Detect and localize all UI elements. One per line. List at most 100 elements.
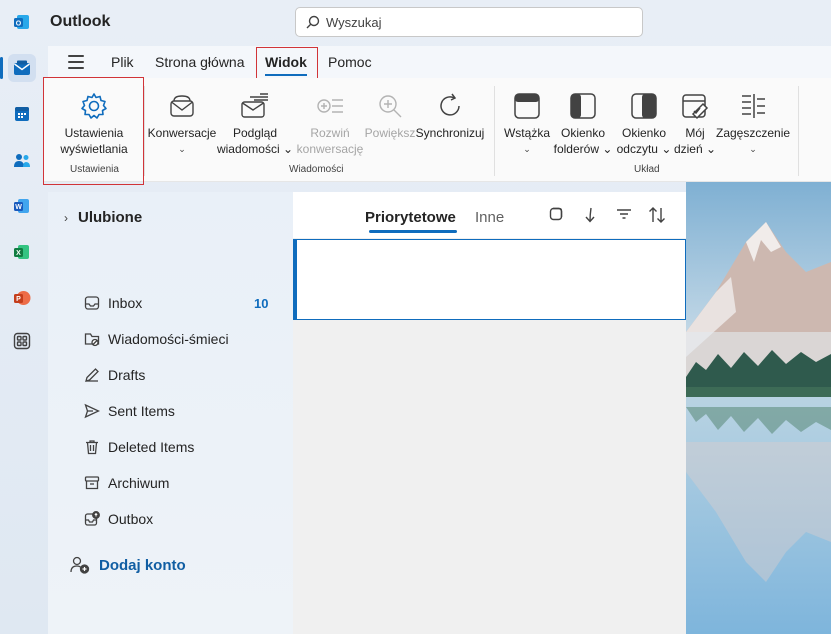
app-rail: O W X P: [0, 0, 44, 634]
add-account-button[interactable]: Dodaj konto: [70, 556, 186, 574]
zoom-label: Powiększ: [364, 126, 416, 140]
folder-pane-icon: [570, 93, 596, 119]
zoom-button[interactable]: Powiększ: [364, 90, 416, 141]
conversations-icon: [170, 95, 194, 117]
reading-preview-label-1: Podgląd: [232, 126, 278, 140]
reading-pane-button[interactable]: Okienko odczytu ⌄: [612, 90, 676, 157]
svg-text:P: P: [16, 296, 21, 303]
background-scenery-image: [686, 182, 831, 634]
ribbon-toggle-label: Wstążka: [503, 126, 550, 140]
my-day-icon: [682, 94, 709, 120]
folder-label: Drafts: [108, 367, 146, 383]
hamburger-menu-icon[interactable]: [68, 55, 84, 73]
search-box[interactable]: Wyszukaj: [295, 7, 643, 37]
ribbon-toggle-button[interactable]: Wstążka ⌄: [500, 90, 554, 157]
svg-text:W: W: [15, 204, 22, 211]
message-list: Priorytetowe Inne: [293, 192, 686, 634]
expand-conversation-icon: [317, 99, 343, 113]
chevron-down-icon: ⌄: [178, 144, 186, 154]
selected-message-item[interactable]: [293, 239, 686, 320]
message-preview-icon: [241, 93, 268, 118]
mail-icon[interactable]: [8, 54, 36, 82]
folder-archive[interactable]: Archiwum: [82, 473, 169, 493]
density-button[interactable]: Zagęszczenie ⌄: [716, 90, 790, 157]
rail-selection-indicator: [0, 57, 3, 79]
chevron-down-icon: ⌄: [749, 144, 757, 154]
folder-label: Outbox: [108, 511, 154, 527]
folder-label: Inbox: [108, 295, 143, 311]
inbox-unread-count: 10: [254, 296, 269, 311]
tab-plik[interactable]: Plik: [111, 54, 134, 70]
ribbon-icon: [514, 93, 540, 119]
display-settings-highlight-box: [43, 77, 144, 185]
density-icon: [742, 94, 765, 118]
add-account-label: Dodaj konto: [99, 556, 186, 574]
conversations-button[interactable]: Konwersacje ⌄: [146, 90, 218, 157]
folder-label: Deleted Items: [108, 439, 195, 455]
widok-highlight-box: [256, 47, 318, 80]
expand-conversation-button[interactable]: Rozwiń konwersację: [294, 90, 366, 157]
zoom-in-icon: [379, 95, 402, 118]
outbox-icon: [82, 509, 102, 529]
more-apps-icon[interactable]: [8, 327, 36, 355]
search-placeholder: Wyszukaj: [326, 14, 382, 30]
folder-label: Sent Items: [108, 403, 175, 419]
app-title: Outlook: [50, 13, 111, 30]
ribbon: Ustawienia wyświetlania Ustawienia Konwe…: [44, 78, 831, 182]
folder-inbox[interactable]: Inbox: [82, 293, 142, 313]
drafts-icon: [82, 365, 102, 385]
calendar-icon[interactable]: [8, 100, 36, 128]
expand-conversation-label-2: konwersację: [296, 142, 364, 156]
favorites-label: Ulubione: [78, 209, 143, 226]
chevron-down-icon: ⌄: [523, 144, 531, 154]
focused-tab-underline: [369, 230, 457, 233]
folder-drafts[interactable]: Drafts: [82, 365, 145, 385]
message-list-header: Priorytetowe Inne: [293, 192, 686, 238]
folder-label: Wiadomości-śmieci: [108, 331, 229, 347]
folder-pane-button[interactable]: Okienko folderów ⌄: [550, 90, 616, 157]
ribbon-separator: [144, 86, 145, 176]
folder-label: Archiwum: [108, 475, 170, 491]
add-person-icon: [70, 556, 90, 574]
expand-conversation-label-1: Rozwiń: [310, 126, 350, 140]
ribbon-separator: [494, 86, 495, 176]
my-day-label-2: dzień ⌄: [673, 142, 717, 156]
people-icon[interactable]: [8, 146, 36, 174]
folder-sent[interactable]: Sent Items: [82, 401, 175, 421]
chevron-right-icon: ›: [64, 211, 68, 225]
folder-deleted[interactable]: Deleted Items: [82, 437, 194, 457]
tab-focused[interactable]: Priorytetowe: [365, 209, 456, 226]
tab-strona-glowna[interactable]: Strona główna: [155, 54, 245, 70]
select-mode-icon[interactable]: [549, 207, 563, 221]
search-icon: [306, 15, 320, 29]
excel-icon[interactable]: X: [8, 238, 36, 266]
folder-pane-label-2: folderów ⌄: [553, 142, 613, 156]
tab-other[interactable]: Inne: [475, 209, 504, 226]
favorites-header[interactable]: › Ulubione: [64, 209, 142, 226]
density-label: Zagęszczenie: [716, 126, 791, 140]
filter-icon[interactable]: [616, 207, 632, 221]
my-day-button[interactable]: Mój dzień ⌄: [672, 90, 718, 157]
word-icon[interactable]: W: [8, 192, 36, 220]
layout-group-label: Układ: [634, 164, 660, 175]
jump-to-icon[interactable]: [583, 207, 597, 223]
reading-pane-icon: [631, 93, 657, 119]
sort-icon[interactable]: [648, 207, 666, 223]
outlook-icon[interactable]: O: [8, 8, 36, 36]
folder-junk[interactable]: Wiadomości-śmieci: [82, 329, 229, 349]
svg-text:X: X: [16, 250, 21, 257]
ribbon-separator: [798, 86, 799, 176]
reading-preview-button[interactable]: Podgląd wiadomości ⌄: [216, 90, 294, 157]
inbox-icon: [82, 293, 102, 313]
powerpoint-icon[interactable]: P: [8, 284, 36, 312]
junk-icon: [82, 329, 102, 349]
my-day-label-1: Mój: [685, 126, 705, 140]
tab-pomoc[interactable]: Pomoc: [328, 54, 372, 70]
reading-pane-label-2: odczytu ⌄: [616, 142, 672, 156]
folder-pane-label-1: Okienko: [560, 126, 606, 140]
reading-pane-label-1: Okienko: [621, 126, 667, 140]
synchronize-button[interactable]: Synchronizuj: [414, 90, 486, 141]
folder-outbox[interactable]: Outbox: [82, 509, 153, 529]
synchronize-label: Synchronizuj: [415, 126, 485, 140]
svg-text:O: O: [16, 20, 22, 27]
